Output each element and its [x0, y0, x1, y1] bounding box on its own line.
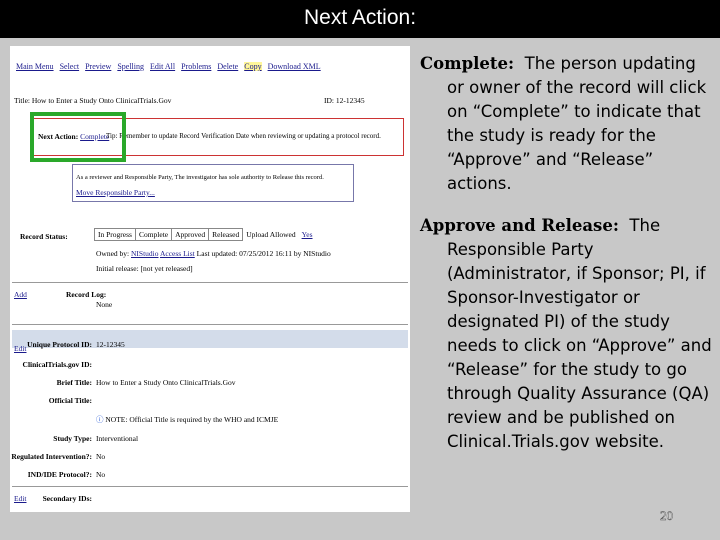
add-record-log-link[interactable]: Add — [14, 290, 27, 299]
field-label: Brief Title: — [56, 378, 92, 387]
owned-by-label: Owned by: — [96, 249, 130, 258]
info-icon: ⓘ — [96, 415, 104, 424]
field-value: 12-12345 — [96, 340, 125, 349]
upload-allowed-link[interactable]: Yes — [302, 230, 313, 239]
initial-release-row: Initial release: [not yet released] — [96, 264, 193, 273]
divider — [12, 486, 408, 487]
record-log-label: Record Log: — [66, 290, 107, 299]
complete-term: Complete: — [420, 54, 515, 73]
access-list-link[interactable]: Access List — [160, 249, 195, 258]
field-value: No — [96, 452, 106, 461]
field-label: IND/IDE Protocol?: — [27, 470, 92, 479]
complete-highlight — [30, 112, 126, 162]
status-released: Released — [208, 228, 244, 241]
approve-paragraph: Approve and Release: The Responsible Par… — [420, 214, 716, 454]
divider — [12, 282, 408, 283]
status-complete: Complete — [134, 228, 173, 241]
complete-paragraph: Complete: The person updating or owner o… — [420, 52, 716, 196]
move-responsible-party-link[interactable]: Move Responsible Party... — [76, 188, 155, 197]
field-value: Interventional — [96, 434, 139, 443]
menu-preview[interactable]: Preview — [85, 62, 111, 71]
field-label: FDA Regulated Intervention?: — [10, 452, 92, 461]
status-in-progress: In Progress — [94, 228, 136, 241]
slide-title-bar: Next Action: — [0, 0, 720, 38]
tip-text: Tip: Remember to update Record Verificat… — [106, 132, 381, 140]
info-text: As a reviewer and Responsible Party, The… — [76, 174, 324, 181]
owner-link[interactable]: NIStudio — [131, 249, 159, 258]
record-menu: Main Menu Select Preview Spelling Edit A… — [16, 62, 325, 71]
menu-delete[interactable]: Delete — [217, 62, 238, 71]
menu-copy[interactable]: Copy — [244, 62, 262, 71]
edit-protocol-link[interactable]: Edit — [14, 344, 27, 353]
status-approved: Approved — [171, 228, 210, 241]
menu-select[interactable]: Select — [60, 62, 80, 71]
record-log-value: None — [96, 300, 113, 309]
menu-problems[interactable]: Problems — [181, 62, 211, 71]
menu-main-menu[interactable]: Main Menu — [16, 62, 54, 71]
field-value: How to Enter a Study Onto ClinicalTrials… — [96, 378, 236, 387]
record-id: ID: 12-12345 — [324, 96, 365, 105]
explanation-text: Complete: The person updating or owner o… — [420, 52, 716, 454]
field-label: Study Type: — [53, 434, 92, 443]
record-status-table: In Progress Complete Approved Released U… — [94, 228, 316, 241]
slide-title: Next Action: — [303, 6, 417, 29]
divider — [12, 324, 408, 325]
initial-release-label: Initial release: — [96, 264, 139, 273]
record-title: Title: How to Enter a Study Onto Clinica… — [14, 96, 172, 105]
prs-screenshot: Main Menu Select Preview Spelling Edit A… — [10, 46, 410, 512]
field-label: ClinicalTrials.gov ID: — [22, 360, 92, 369]
approve-description: The Responsible Party (Administrator, if… — [447, 216, 712, 451]
field-label: Secondary IDs: — [42, 494, 92, 503]
initial-release-value: [not yet released] — [140, 264, 193, 273]
official-title-note: ⓘ NOTE: Official Title is required by th… — [96, 414, 278, 425]
complete-description: The person updating or owner of the reco… — [447, 54, 707, 193]
menu-edit-all[interactable]: Edit All — [150, 62, 175, 71]
owned-by-row: Owned by: NIStudio Access List Last upda… — [96, 249, 331, 258]
field-value: No — [96, 470, 106, 479]
approve-term: Approve and Release: — [420, 216, 619, 235]
page-number: 20 — [660, 508, 674, 524]
record-status-label: Record Status: — [20, 232, 68, 241]
menu-spelling[interactable]: Spelling — [117, 62, 144, 71]
menu-download-xml[interactable]: Download XML — [268, 62, 321, 71]
last-updated: Last updated: 07/25/2012 16:11 by NIStud… — [196, 249, 331, 258]
field-label: Unique Protocol ID: — [27, 340, 92, 349]
field-label: Official Title: — [48, 396, 92, 405]
upload-allowed-label: Upload Allowed — [246, 230, 296, 239]
edit-secondary-ids-link[interactable]: Edit — [14, 494, 27, 503]
note-text: NOTE: Official Title is required by the … — [105, 415, 279, 424]
